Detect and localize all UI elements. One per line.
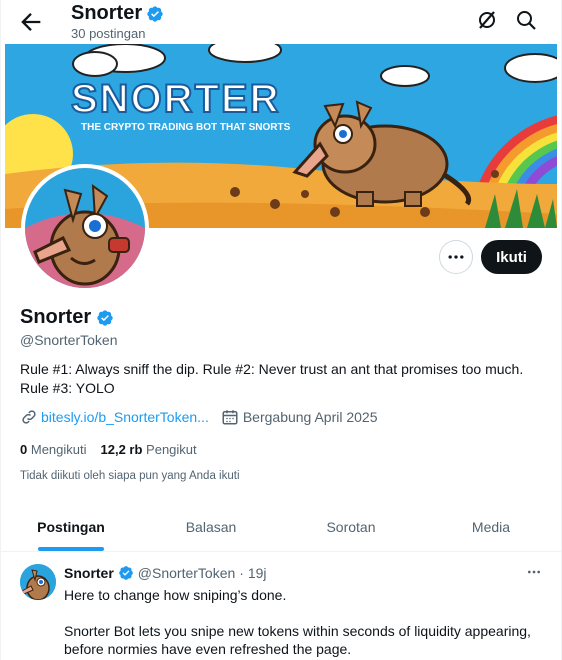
verified-badge-icon [118,566,133,580]
profile-bio: Rule #1: Always sniff the dip. Rule #2: … [20,361,524,396]
followers-count: 12,2 rb [100,442,143,457]
header-title: Snorter [71,2,164,25]
post-line-1: Here to change how sniping’s done. [64,587,287,603]
followers-label: Pengikut [146,442,197,457]
post-count: 30 postingan [71,26,146,41]
post-time[interactable]: · 19j [239,565,266,581]
profile-handle: @SnorterToken [20,332,118,348]
grok-icon[interactable] [475,8,499,32]
post-header: Snorter @SnorterToken · 19j [64,565,267,581]
post-line-2: Snorter Bot lets you snipe new tokens wi… [64,623,531,657]
post-author-name[interactable]: Snorter [64,565,114,581]
following-label: Mengikuti [30,442,87,457]
tab-media[interactable]: Media [421,502,561,551]
header-name: Snorter [71,2,143,24]
search-icon[interactable] [514,8,538,32]
profile-name: Snorter [20,306,114,329]
more-options-button[interactable] [439,240,473,274]
post-more-icon[interactable] [525,564,545,580]
post-author-handle[interactable]: @SnorterToken [138,565,235,581]
followers-stat[interactable]: 12,2 rb Pengikut [101,442,197,457]
tab-posts[interactable]: Postingan [1,502,141,551]
verified-badge-icon [147,5,163,22]
joined-date: Bergabung April 2025 [242,409,378,425]
banner-headline: SNORTER [71,77,281,121]
post-avatar[interactable] [20,564,56,600]
profile-meta: bitesly.io/b_SnorterToken... Bergabung A… [20,408,378,426]
following-count: 0 [20,442,28,457]
back-arrow-icon[interactable] [17,8,45,36]
top-bar: Snorter 30 postingan [1,0,561,44]
profile-name-text: Snorter [20,306,92,328]
verified-badge-icon [97,309,113,326]
more-icon [448,255,464,259]
follow-stats: 0 Mengikuti 12,2 rb Pengikut [20,442,197,457]
profile-tabs: Postingan Balasan Sorotan Media [1,502,561,552]
tab-replies[interactable]: Balasan [141,502,281,551]
link-icon [22,410,36,424]
follow-button[interactable]: Ikuti [481,240,542,274]
profile-link[interactable]: bitesly.io/b_SnorterToken... [41,409,209,425]
calendar-icon [222,410,238,425]
profile-page: Snorter 30 postingan SNORTER THE CRYPTO … [0,0,562,660]
profile-avatar[interactable] [21,164,149,292]
banner-tagline: THE CRYPTO TRADING BOT THAT SNORTS [81,122,291,133]
post-text: Here to change how sniping’s done. Snort… [64,586,544,660]
following-stat[interactable]: 0 Mengikuti [20,442,87,457]
tab-highlights[interactable]: Sorotan [281,502,421,551]
follow-note: Tidak diikuti oleh siapa pun yang Anda i… [20,470,240,482]
